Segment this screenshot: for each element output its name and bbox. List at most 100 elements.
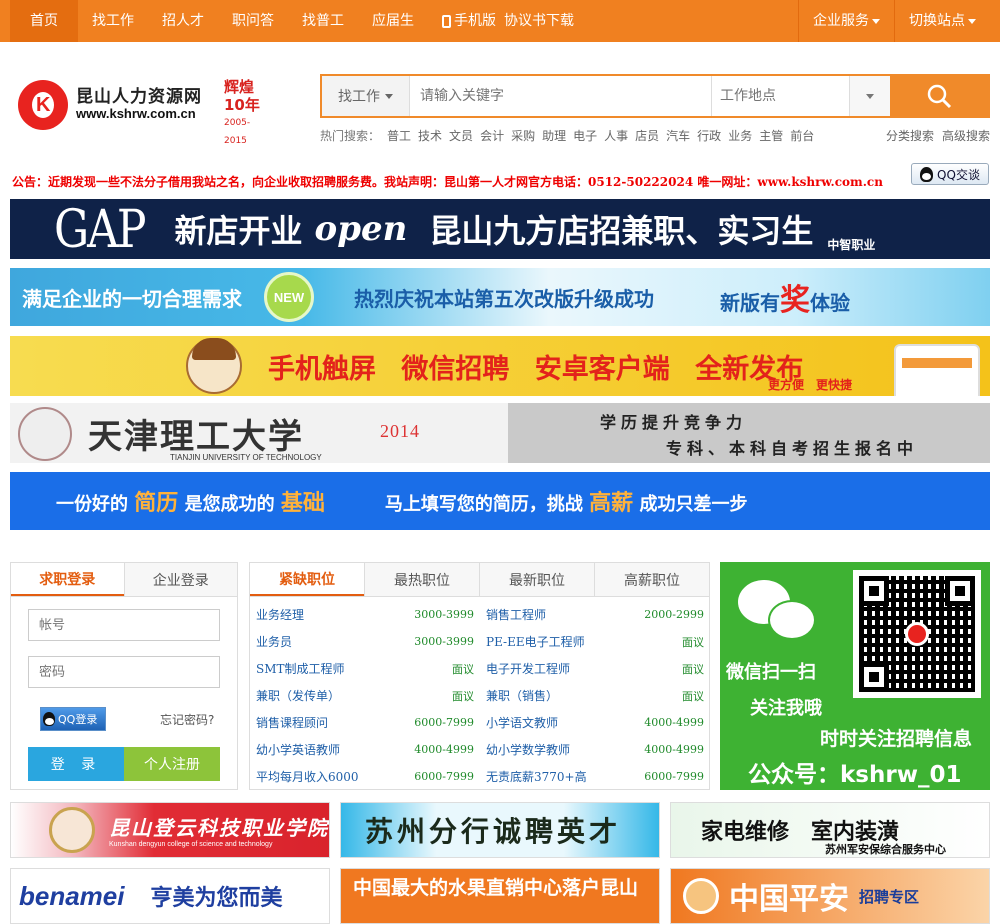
password-field[interactable] xyxy=(28,656,220,688)
qq-login-label: QQ登录 xyxy=(58,713,98,726)
tab-new-jobs[interactable]: 最新职位 xyxy=(479,563,594,596)
hot-term[interactable]: 助理 xyxy=(542,127,566,144)
advanced-search-link[interactable]: 高级搜索 xyxy=(942,127,990,144)
ad-home-repair[interactable]: 家电维修 室内装潢 苏州军安保综合服务中心 xyxy=(670,802,990,858)
banner-resume[interactable]: 一份好的 简历 是您成功的 基础 马上填写您的简历，挑战 高薪 成功只差一步 xyxy=(10,472,990,530)
nav-recruit[interactable]: 招人才 xyxy=(148,0,218,42)
category-search-link[interactable]: 分类搜索 xyxy=(886,127,934,144)
search-button[interactable] xyxy=(890,76,988,116)
job-row[interactable]: SMT制成工程师 面议 xyxy=(256,655,474,682)
hot-term[interactable]: 技术 xyxy=(418,127,442,144)
hot-term[interactable]: 人事 xyxy=(604,127,628,144)
enterprise-service-menu[interactable]: 企业服务 xyxy=(798,0,894,42)
hot-term[interactable]: 主管 xyxy=(759,127,783,144)
nav-find-job[interactable]: 找工作 xyxy=(78,0,148,42)
job-row[interactable]: 平均每月收入6000 6000-7999 xyxy=(256,763,474,790)
nav-general-worker[interactable]: 找普工 xyxy=(288,0,358,42)
job-row[interactable]: 小学语文教师 4000-4999 xyxy=(486,709,704,736)
qq-chat-button[interactable]: QQ交谈 xyxy=(911,163,989,185)
job-title[interactable]: 幼小学数学教师 xyxy=(486,741,570,758)
job-title[interactable]: 小学语文教师 xyxy=(486,714,558,731)
job-row[interactable]: 无责底薪3770+高 6000-7999 xyxy=(486,763,704,790)
job-title[interactable]: 平均每月收入6000 xyxy=(256,768,359,785)
search-icon xyxy=(927,84,952,109)
banner-mobile-subtext: 更方便 更快捷 xyxy=(768,378,853,392)
hot-term[interactable]: 业务 xyxy=(728,127,752,144)
site-logo[interactable]: K 昆山人力资源网 www.kshrw.com.cn 辉煌 10年 2005-2… xyxy=(18,76,270,146)
forgot-password-link[interactable]: 忘记密码? xyxy=(160,711,214,728)
job-title[interactable]: PE-EE电子工程师 xyxy=(486,633,585,650)
hot-term[interactable]: 会计 xyxy=(480,127,504,144)
tab-job-seeker-login[interactable]: 求职登录 xyxy=(11,563,124,596)
college-emblem-icon xyxy=(49,807,95,853)
ad-suzhou-branch[interactable]: 苏州分行诚聘英才 xyxy=(340,802,660,858)
job-row[interactable]: 电子开发工程师 面议 xyxy=(486,655,704,682)
banner-university[interactable]: 天津理工大学 TIANJIN UNIVERSITY OF TECHNOLOGY … xyxy=(10,403,990,463)
nav-mobile[interactable]: 手机版 xyxy=(428,0,500,42)
switch-site-menu[interactable]: 切换站点 xyxy=(894,0,990,42)
job-title[interactable]: 无责底薪3770+高 xyxy=(486,768,587,785)
banner-revamp[interactable]: 满足企业的一切合理需求 NEW 热烈庆祝本站第五次改版升级成功 新版有奖体验 xyxy=(10,268,990,326)
location-dropdown[interactable] xyxy=(850,76,890,116)
ad-suzhou-text: 苏州分行诚聘英才 xyxy=(365,815,622,848)
tab-high-salary-jobs[interactable]: 高薪职位 xyxy=(594,563,709,596)
ad-fruit-center[interactable]: 中国最大的水果直销中心落户昆山 xyxy=(340,868,660,924)
logo-url: www.kshrw.com.cn xyxy=(76,106,196,121)
job-row[interactable]: 销售工程师 2000-2999 xyxy=(486,601,704,628)
hot-term[interactable]: 店员 xyxy=(635,127,659,144)
job-title[interactable]: 销售工程师 xyxy=(486,606,546,623)
enterprise-service-label: 企业服务 xyxy=(813,13,869,29)
ad-ping-an[interactable]: 中国平安 招聘专区 xyxy=(670,868,990,924)
search-links: 分类搜索 高级搜索 xyxy=(886,127,990,144)
job-row[interactable]: 幼小学数学教师 4000-4999 xyxy=(486,736,704,763)
job-title[interactable]: 兼职（发传单） xyxy=(256,687,340,704)
tab-urgent-jobs[interactable]: 紧缺职位 xyxy=(250,563,364,596)
qr-code-pattern xyxy=(859,576,975,692)
tab-hot-jobs[interactable]: 最热职位 xyxy=(364,563,479,596)
nav-home[interactable]: 首页 xyxy=(10,0,78,42)
qq-chat-label: QQ交谈 xyxy=(937,167,980,182)
job-title[interactable]: 销售课程顾问 xyxy=(256,714,328,731)
nav-agreement-download[interactable]: 协议书下载 xyxy=(500,0,588,42)
cartoon-girl-icon xyxy=(186,338,242,394)
hot-term[interactable]: 普工 xyxy=(387,127,411,144)
job-title[interactable]: 业务员 xyxy=(256,633,292,650)
ad-dengyun-college[interactable]: 昆山登云科技职业学院 Kunshan dengyun college of sc… xyxy=(10,802,330,858)
location-input[interactable] xyxy=(712,76,850,116)
banner-mobile[interactable]: 手机触屏 微信招聘 安卓客户端 全新发布 更方便 更快捷 xyxy=(10,336,990,396)
job-title[interactable]: 业务经理 xyxy=(256,606,304,623)
hot-term[interactable]: 行政 xyxy=(697,127,721,144)
qr-finder xyxy=(859,576,889,606)
hot-term[interactable]: 汽车 xyxy=(666,127,690,144)
tab-company-login[interactable]: 企业登录 xyxy=(123,563,238,596)
banner-gap[interactable]: GAP 新店开业 open 昆山九方店招兼职、实习生 中智职业 xyxy=(10,199,990,259)
job-title[interactable]: SMT制成工程师 xyxy=(256,660,345,677)
job-title[interactable]: 兼职（销售） xyxy=(486,687,558,704)
job-salary: 面议 xyxy=(682,662,704,676)
switch-site-label: 切换站点 xyxy=(909,13,965,29)
ad-benamei[interactable]: benamei 亨美为您而美 xyxy=(10,868,330,924)
username-field[interactable] xyxy=(28,609,220,641)
job-row[interactable]: 业务员 3000-3999 xyxy=(256,628,474,655)
login-button[interactable]: 登 录 xyxy=(28,747,124,781)
job-row[interactable]: 幼小学英语教师 4000-4999 xyxy=(256,736,474,763)
job-title[interactable]: 电子开发工程师 xyxy=(486,660,570,677)
job-title[interactable]: 幼小学英语教师 xyxy=(256,741,340,758)
job-row[interactable]: PE-EE电子工程师 面议 xyxy=(486,628,704,655)
register-button[interactable]: 个人注册 xyxy=(124,747,220,781)
job-row[interactable]: 销售课程顾问 6000-7999 xyxy=(256,709,474,736)
nav-qa[interactable]: 职问答 xyxy=(218,0,288,42)
job-row[interactable]: 兼职（销售） 面议 xyxy=(486,682,704,709)
job-row[interactable]: 兼职（发传单） 面议 xyxy=(256,682,474,709)
hot-term[interactable]: 前台 xyxy=(790,127,814,144)
hot-term[interactable]: 电子 xyxy=(573,127,597,144)
banner-university-name: 天津理工大学 xyxy=(88,417,304,457)
logo-anniversary: 辉煌 10年 2005-2015 xyxy=(224,78,270,150)
nav-graduates[interactable]: 应届生 xyxy=(358,0,428,42)
hot-term[interactable]: 采购 xyxy=(511,127,535,144)
job-row[interactable]: 业务经理 3000-3999 xyxy=(256,601,474,628)
hot-term[interactable]: 文员 xyxy=(449,127,473,144)
qq-login-button[interactable]: QQ登录 xyxy=(40,707,106,731)
keyword-input[interactable] xyxy=(410,76,712,116)
search-type-select[interactable]: 找工作 xyxy=(322,76,410,116)
